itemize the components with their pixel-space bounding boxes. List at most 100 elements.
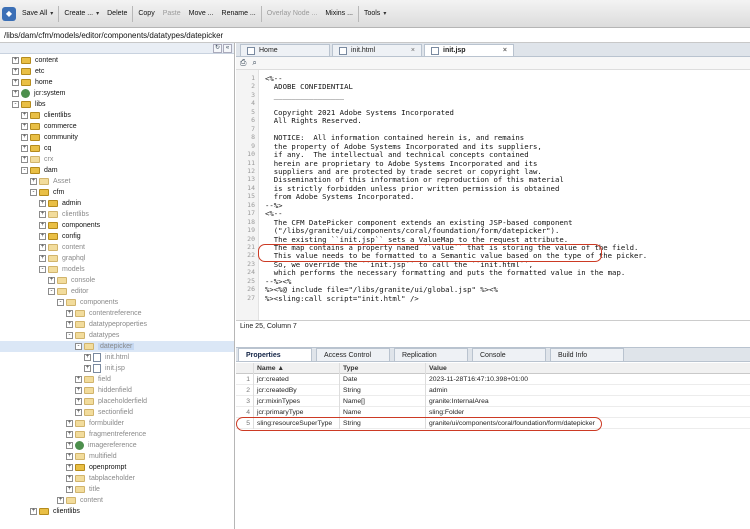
property-value[interactable]: 2023-11-28T16:47:10.398+01:00 <box>425 373 750 385</box>
expand-toggle-icon[interactable]: + <box>12 90 19 97</box>
expand-toggle-icon[interactable]: + <box>75 398 82 405</box>
tab-build-info[interactable]: Build Info <box>550 348 624 361</box>
tree-item[interactable]: + graphql <box>0 253 234 264</box>
value-column-header[interactable]: Value <box>425 362 750 374</box>
expand-toggle-icon[interactable]: + <box>66 442 73 449</box>
path-input[interactable]: /libs/dam/cfm/models/editor/components/d… <box>0 28 750 43</box>
tab-access-control[interactable]: Access Control <box>316 348 390 361</box>
tree-item[interactable]: - dam <box>0 165 234 176</box>
overlay-node-button[interactable]: Overlay Node ... <box>263 4 322 24</box>
refresh-icon[interactable]: ↻ <box>213 44 222 53</box>
expand-toggle-icon[interactable]: + <box>75 409 82 416</box>
property-value[interactable]: admin <box>425 384 750 396</box>
expand-toggle-icon[interactable]: + <box>12 79 19 86</box>
tree-item[interactable]: + fragmentreference <box>0 429 234 440</box>
expand-toggle-icon[interactable]: + <box>75 376 82 383</box>
tree-item[interactable]: + formbuilder <box>0 418 234 429</box>
expand-toggle-icon[interactable]: + <box>39 255 46 262</box>
tree-item[interactable]: + content <box>0 242 234 253</box>
expand-toggle-icon[interactable]: + <box>48 277 55 284</box>
expand-toggle-icon[interactable]: + <box>21 145 28 152</box>
tree-item[interactable]: + commerce <box>0 121 234 132</box>
save-all-button[interactable]: Save All ▾ <box>18 4 57 24</box>
tree-item[interactable]: - models <box>0 264 234 275</box>
tree-item[interactable]: + init.html <box>0 352 234 363</box>
collapse-panel-button[interactable]: « <box>223 44 232 53</box>
paste-button[interactable]: Paste <box>159 4 185 24</box>
tab-init-html[interactable]: init.html × <box>332 44 422 56</box>
tree-item[interactable]: + console <box>0 275 234 286</box>
table-row[interactable]: 3 jcr:mixinTypes Name[] granite:InternalAre… <box>236 395 750 407</box>
property-type[interactable]: String <box>339 417 425 429</box>
tree-item[interactable]: + clientlibs <box>0 110 234 121</box>
code-editor[interactable]: 1 2 3 4 5 6 7 8 9 10 11 12 13 14 15 16 17 18 19 20 21 22 23 24 2… <box>236 70 750 320</box>
tree-item[interactable]: + openprompt <box>0 462 234 473</box>
chevron-down-icon[interactable]: ▾ <box>383 10 386 17</box>
tab-properties[interactable]: Properties <box>238 348 312 361</box>
property-type[interactable]: Name[] <box>339 395 425 407</box>
expand-toggle-icon[interactable]: + <box>21 112 28 119</box>
table-row[interactable]: 1 jcr:created Date 2023-11-28T16:47:10.398+… <box>236 373 750 385</box>
tree-item[interactable]: + cq <box>0 143 234 154</box>
expand-toggle-icon[interactable]: + <box>30 508 37 515</box>
tree-item[interactable]: + config <box>0 231 234 242</box>
expand-toggle-icon[interactable]: + <box>39 233 46 240</box>
tree-item[interactable]: - cfm <box>0 187 234 198</box>
copy-button[interactable]: Copy <box>134 4 158 24</box>
tree-item[interactable]: + home <box>0 77 234 88</box>
collapse-toggle-icon[interactable]: - <box>21 167 28 174</box>
expand-toggle-icon[interactable]: + <box>66 420 73 427</box>
tree-item[interactable]: + sectionfield <box>0 407 234 418</box>
tree-item[interactable]: + placeholderfield <box>0 396 234 407</box>
collapse-toggle-icon[interactable]: - <box>75 343 82 350</box>
tree-item[interactable]: + contentreference <box>0 308 234 319</box>
tree-item[interactable]: + components <box>0 220 234 231</box>
tab-init-jsp[interactable]: init.jsp × <box>424 44 514 56</box>
tree-item[interactable]: + hiddenfield <box>0 385 234 396</box>
find-icon[interactable]: ⌕ <box>252 58 256 68</box>
tree-item[interactable]: + admin <box>0 198 234 209</box>
expand-toggle-icon[interactable]: + <box>21 156 28 163</box>
tree-item[interactable]: - datepicker <box>0 341 234 352</box>
tree-item[interactable]: + title <box>0 484 234 495</box>
expand-toggle-icon[interactable]: + <box>39 200 46 207</box>
table-row[interactable]: 2 jcr:createdBy String admin <box>236 384 750 396</box>
expand-toggle-icon[interactable]: + <box>84 365 91 372</box>
chevron-down-icon[interactable]: ▾ <box>96 10 99 17</box>
tab-replication[interactable]: Replication <box>394 348 468 361</box>
tree-item[interactable]: - components <box>0 297 234 308</box>
expand-toggle-icon[interactable]: + <box>66 310 73 317</box>
save-icon[interactable]: ⎙ <box>240 58 246 68</box>
expand-toggle-icon[interactable]: + <box>75 387 82 394</box>
collapse-toggle-icon[interactable]: - <box>57 299 64 306</box>
tab-home[interactable]: Home <box>240 44 330 56</box>
tree-item[interactable]: + content <box>0 495 234 506</box>
expand-toggle-icon[interactable]: + <box>39 211 46 218</box>
expand-toggle-icon[interactable]: + <box>30 178 37 185</box>
expand-toggle-icon[interactable]: + <box>12 68 19 75</box>
name-column-header[interactable]: Name ▲ <box>253 362 339 374</box>
expand-toggle-icon[interactable]: + <box>21 134 28 141</box>
expand-toggle-icon[interactable]: + <box>84 354 91 361</box>
property-type[interactable]: Name <box>339 406 425 418</box>
tree-item[interactable]: + datatypeproperties <box>0 319 234 330</box>
table-row[interactable]: 5 sling:resourceSuperType String granite/ui… <box>236 417 750 429</box>
close-icon[interactable]: × <box>411 47 415 54</box>
tree-item[interactable]: + Asset <box>0 176 234 187</box>
collapse-toggle-icon[interactable]: - <box>39 266 46 273</box>
expand-toggle-icon[interactable]: + <box>66 464 73 471</box>
chevron-down-icon[interactable]: ▾ <box>50 10 53 17</box>
collapse-toggle-icon[interactable]: - <box>66 332 73 339</box>
property-name[interactable]: jcr:createdBy <box>253 384 339 396</box>
tree-item[interactable]: + content <box>0 55 234 66</box>
tree-item[interactable]: + clientlibs <box>0 209 234 220</box>
tree-item[interactable]: + field <box>0 374 234 385</box>
tree-item[interactable]: - editor <box>0 286 234 297</box>
property-name[interactable]: sling:resourceSuperType <box>253 417 339 429</box>
property-value[interactable]: sling:Folder <box>425 406 750 418</box>
property-value[interactable]: granite/ui/components/coral/foundation/f… <box>425 417 750 429</box>
tree-item[interactable]: + etc <box>0 66 234 77</box>
property-name[interactable]: jcr:mixinTypes <box>253 395 339 407</box>
expand-toggle-icon[interactable]: + <box>66 431 73 438</box>
property-name[interactable]: jcr:created <box>253 373 339 385</box>
